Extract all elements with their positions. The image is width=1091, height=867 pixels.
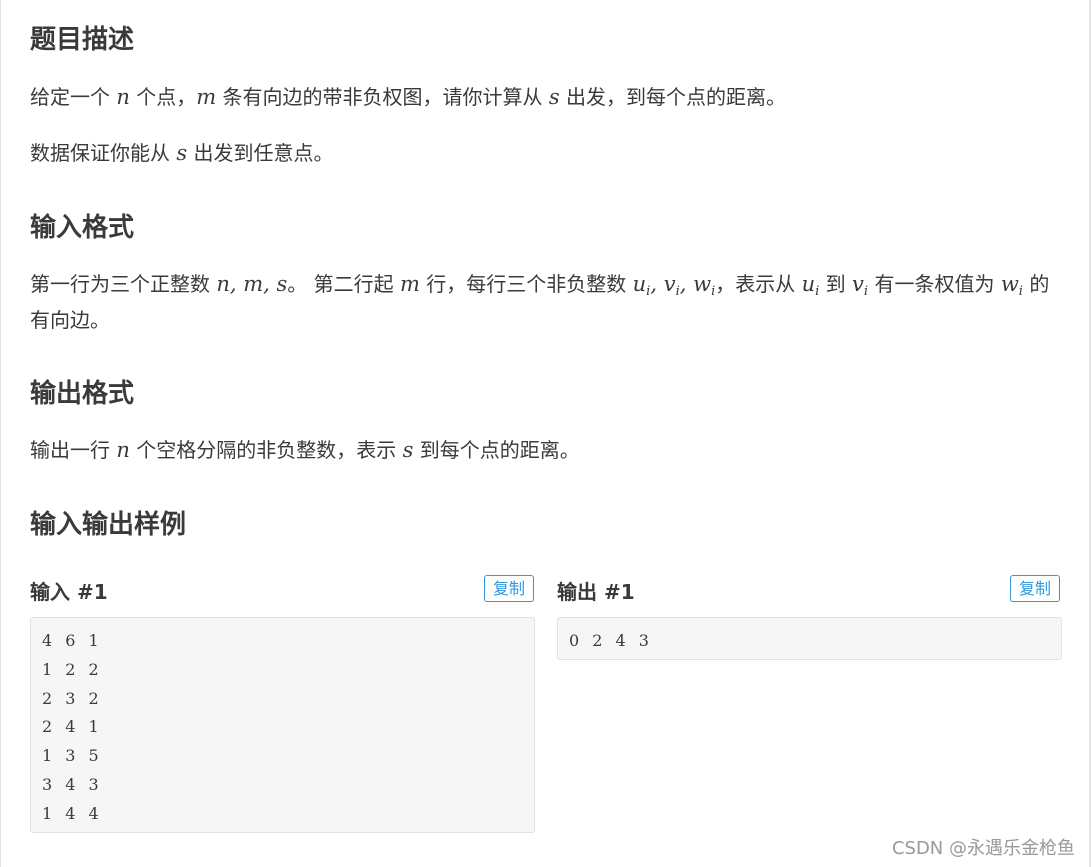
description-heading: 题目描述 [30, 25, 135, 55]
text: 行，每行三个非负整数 [419, 272, 633, 296]
left-border [0, 0, 1, 867]
math-comma: , [679, 272, 694, 296]
input-format-paragraph: 第一行为三个正整数 n, m, s。 第二行起 m 行，每行三个非负整数 ui,… [30, 266, 1060, 338]
math-var-u: u [801, 272, 816, 296]
code-line: 2 4 1 [42, 717, 103, 737]
sample-output-code[interactable]: 0 2 4 3 [557, 617, 1062, 660]
math-ui-vi-wi: ui, vi, wi [632, 272, 716, 298]
code-line: 0 2 4 3 [569, 631, 653, 650]
text: 个空格分隔的非负整数，表示 [129, 438, 403, 462]
math-comma: , [650, 272, 664, 296]
math-vi: vi [852, 272, 868, 298]
math-var-u: u [632, 272, 647, 296]
math-ui: ui [801, 272, 820, 298]
math-n-m-s: n, m, s [216, 272, 288, 296]
samples-heading: 输入输出样例 [30, 510, 187, 540]
math-n: n [116, 85, 130, 109]
code-line: 1 3 5 [42, 746, 103, 766]
text: 第一行为三个正整数 [30, 272, 217, 296]
text: ，表示从 [715, 272, 802, 296]
copy-output-button[interactable]: 复制 [1010, 575, 1060, 602]
text: 。 第二行起 [287, 272, 400, 296]
math-s: s [176, 141, 188, 165]
output-format-paragraph: 输出一行 n 个空格分隔的非负整数，表示 s 到每个点的距离。 [30, 432, 1060, 468]
text: 出发，到每个点的距离。 [559, 85, 787, 109]
sample-input-code[interactable]: 4 6 1 1 2 2 2 3 2 2 4 1 1 3 5 3 4 3 1 4 4 [30, 617, 535, 833]
math-var-v: v [663, 272, 676, 296]
description-paragraph-1: 给定一个 n 个点，m 条有向边的带非负权图，请你计算从 s 出发，到每个点的距… [30, 79, 1060, 115]
code-line: 1 2 2 [42, 659, 103, 679]
text: 有一条权值为 [868, 272, 1001, 296]
text: 个点， [129, 85, 197, 109]
code-line: 2 3 2 [42, 688, 103, 708]
text: 到 [819, 272, 853, 296]
math-wi: wi [1000, 272, 1023, 298]
sample-output-title: 输出 #1 [557, 580, 635, 604]
description-paragraph-2: 数据保证你能从 s 出发到任意点。 [30, 135, 1060, 171]
copy-input-button[interactable]: 复制 [484, 575, 534, 602]
text: 出发到任意点。 [187, 141, 334, 165]
math-m: m [400, 272, 420, 296]
math-var-w: w [693, 272, 712, 296]
text: 输出一行 [30, 438, 117, 462]
text: 到每个点的距离。 [413, 438, 580, 462]
input-format-heading: 输入格式 [30, 213, 135, 243]
text: 给定一个 [30, 85, 117, 109]
code-line: 3 4 3 [42, 774, 103, 794]
math-var-w: w [1000, 272, 1019, 296]
sample-input-title: 输入 #1 [30, 580, 108, 604]
code-line: 1 4 4 [42, 803, 103, 823]
text: 条有向边的带非负权图，请你计算从 [216, 85, 549, 109]
math-m: m [196, 85, 217, 109]
math-s: s [402, 438, 414, 462]
output-format-heading: 输出格式 [30, 379, 135, 409]
code-line: 4 6 1 [42, 631, 103, 650]
math-s: s [548, 85, 560, 109]
math-var-v: v [852, 272, 864, 296]
text: 数据保证你能从 [30, 141, 177, 165]
csdn-watermark: CSDN @永遇乐金枪鱼 [891, 838, 1075, 859]
math-n: n [116, 438, 130, 462]
